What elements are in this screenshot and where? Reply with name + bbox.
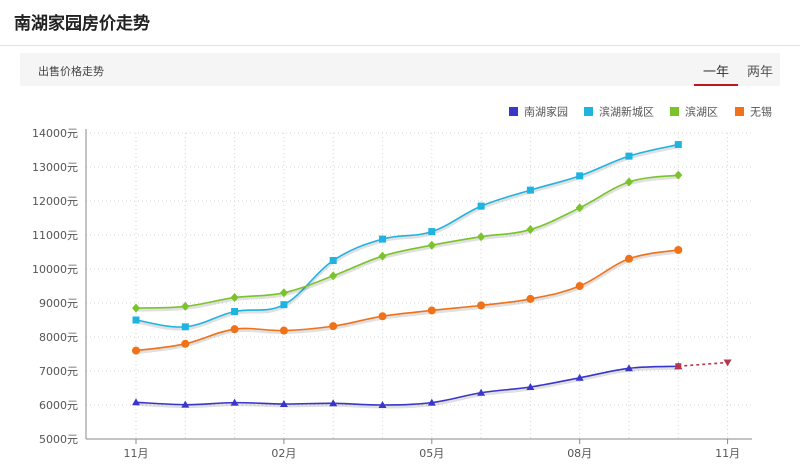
data-point	[379, 235, 386, 243]
data-point	[132, 316, 140, 324]
data-point	[477, 301, 486, 310]
y-tick-label: 9000元	[39, 297, 78, 310]
chart-section-label: 出售价格走势	[38, 65, 104, 78]
legend-swatch	[670, 107, 679, 116]
data-point	[181, 323, 189, 331]
y-tick-label: 8000元	[39, 331, 78, 344]
series-0	[132, 359, 732, 409]
y-tick-label: 5000元	[39, 433, 78, 446]
legend-swatch	[584, 107, 593, 116]
legend-label: 滨湖区	[685, 105, 718, 119]
data-point	[329, 322, 338, 331]
data-point	[280, 301, 288, 309]
axes: 5000元 6000元 7000元 8000元 9000元 10000元 11000元 120…	[32, 127, 752, 460]
y-tick-label: 7000元	[39, 365, 78, 378]
legend-label: 无锡	[750, 105, 772, 119]
forecast-line	[678, 361, 728, 368]
data-point	[279, 326, 288, 335]
title-divider	[0, 45, 800, 46]
forecast-end-point	[723, 359, 732, 367]
y-tick-label: 13000元	[32, 161, 78, 174]
y-tick-label: 14000元	[32, 127, 78, 140]
data-point	[428, 228, 436, 236]
data-point	[526, 294, 535, 303]
x-tick-label: 05月	[419, 447, 444, 460]
legend-swatch	[509, 107, 518, 116]
series-2	[132, 170, 683, 313]
x-tick-label: 02月	[271, 447, 296, 460]
tab-two-years[interactable]: 两年	[747, 61, 773, 80]
x-tick-label: 08月	[567, 447, 592, 460]
legend: 南湖家园 滨湖新城区 滨湖区 无锡	[509, 105, 772, 119]
legend-label: 南湖家园	[524, 105, 568, 119]
data-point	[378, 312, 387, 321]
forecast-start-point	[675, 363, 682, 370]
series-3	[132, 245, 683, 355]
data-point	[231, 308, 239, 315]
y-tick-label: 11000元	[32, 229, 78, 242]
series-line	[135, 174, 679, 309]
data-point	[526, 186, 534, 194]
y-tick-label: 6000元	[39, 399, 78, 412]
series-line-shadow	[135, 175, 679, 312]
data-point	[329, 257, 337, 264]
tab-one-year[interactable]: 一年	[703, 61, 729, 80]
data-point	[625, 152, 633, 160]
price-trend-chart: 5000元 6000元 7000元 8000元 9000元 10000元 11000元 120…	[32, 105, 772, 461]
page-title: 南湖家园房价走势	[14, 14, 150, 34]
data-point	[181, 339, 190, 348]
legend-swatch	[735, 107, 744, 116]
data-point	[132, 346, 140, 355]
data-point	[674, 245, 683, 254]
series-line	[135, 365, 679, 406]
data-point	[674, 141, 682, 149]
data-point	[230, 325, 239, 334]
data-point	[625, 254, 633, 263]
y-tick-label: 12000元	[32, 195, 78, 208]
data-point	[477, 202, 485, 210]
data-point	[576, 172, 584, 180]
chart-header-bar: 出售价格走势 一年 两年	[20, 53, 780, 86]
x-tick-label: 11月	[715, 447, 740, 460]
data-point	[575, 282, 584, 290]
legend-label: 滨湖新城区	[599, 105, 654, 119]
y-tick-label: 10000元	[32, 263, 78, 276]
x-tick-label: 11月	[124, 447, 149, 460]
active-tab-indicator	[694, 84, 738, 86]
data-point	[427, 306, 436, 315]
